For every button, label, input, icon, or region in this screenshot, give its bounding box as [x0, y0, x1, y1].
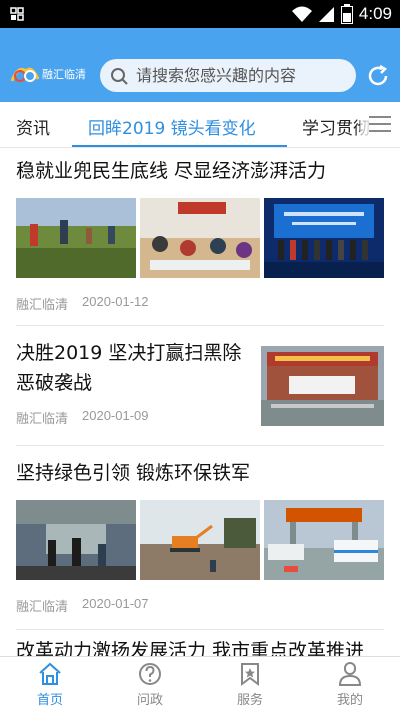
news-title: 决胜2019 坚决打赢扫黑除恶破袭战: [16, 342, 242, 394]
news-thumbnails: [16, 500, 384, 580]
bottom-nav: 首页 问政 服务 我的: [0, 656, 400, 710]
news-title: 稳就业兜民生底线 尽显经济澎湃活力: [16, 160, 327, 182]
menu-line: [369, 130, 391, 132]
app-header: 融汇临清: [0, 28, 400, 102]
nav-service[interactable]: 服务: [200, 657, 300, 710]
news-image-warehouse: [16, 500, 136, 580]
news-image-banquet: [140, 198, 260, 278]
tab-review-2019[interactable]: 回眸2019 镜头看变化: [88, 114, 256, 139]
search-input[interactable]: [136, 66, 336, 85]
refresh-icon[interactable]: [366, 64, 390, 88]
screenshot-icon: [10, 7, 24, 21]
battery-icon: [340, 4, 353, 24]
clock: 4:09: [358, 4, 392, 23]
nav-mine[interactable]: 我的: [300, 657, 400, 710]
news-image-building: [261, 346, 384, 426]
news-thumbnails: [16, 198, 384, 278]
tab-news[interactable]: 资讯: [16, 114, 50, 139]
status-bar: 4:09: [0, 0, 400, 28]
news-image-stage: [264, 198, 384, 278]
channel-menu-button[interactable]: [360, 102, 400, 146]
news-date: 2020-01-07: [82, 596, 149, 611]
home-icon: [39, 662, 61, 685]
logo-text: 融汇临清: [42, 69, 86, 81]
news-source: 融汇临清: [16, 599, 69, 614]
nav-label: 服务: [236, 693, 263, 708]
nav-label: 问政: [136, 693, 163, 708]
logo-mark-icon: [10, 67, 40, 82]
news-image-excavator: [140, 500, 260, 580]
news-item[interactable]: 稳就业兜民生底线 尽显经济澎湃活力 融汇临清 2020-01-12: [16, 156, 384, 326]
news-source: 融汇临清: [16, 411, 69, 426]
user-icon: [338, 662, 362, 686]
news-date: 2020-01-12: [82, 294, 149, 309]
nav-label: 首页: [36, 693, 63, 708]
menu-line: [369, 116, 391, 118]
menu-line: [369, 123, 391, 125]
news-meta: 融汇临清 2020-01-07: [16, 596, 384, 615]
question-icon: [139, 663, 161, 685]
news-title: 坚持绿色引领 锻炼环保铁军: [16, 462, 251, 484]
category-tabs: 资讯 回眸2019 镜头看变化 学习贯彻: [0, 102, 400, 148]
nav-inquiry[interactable]: 问政: [100, 657, 200, 710]
search-icon: [111, 67, 128, 85]
news-item[interactable]: 改革动力激扬发展活力 我市重点改革推进: [16, 638, 384, 658]
signal-icon: [318, 7, 334, 22]
news-item[interactable]: 决胜2019 坚决打赢扫黑除恶破袭战 融汇临清 2020-01-09: [16, 334, 384, 446]
news-image-vehicles: [264, 500, 384, 580]
news-image-field: [16, 198, 136, 278]
bookmark-icon: [241, 663, 259, 686]
nav-label: 我的: [336, 693, 363, 708]
nav-home[interactable]: 首页: [0, 657, 100, 710]
news-date: 2020-01-09: [82, 408, 149, 423]
search-bar[interactable]: [100, 59, 356, 92]
active-tab-indicator: [72, 145, 287, 147]
news-item[interactable]: 坚持绿色引领 锻炼环保铁军 融汇临清 2020-01-07: [16, 454, 384, 630]
news-title: 改革动力激扬发展活力 我市重点改革推进: [16, 640, 365, 658]
app-logo[interactable]: 融汇临清: [10, 64, 92, 84]
news-meta: 融汇临清 2020-01-12: [16, 294, 384, 313]
wifi-icon: [291, 6, 312, 22]
news-source: 融汇临清: [16, 297, 69, 312]
